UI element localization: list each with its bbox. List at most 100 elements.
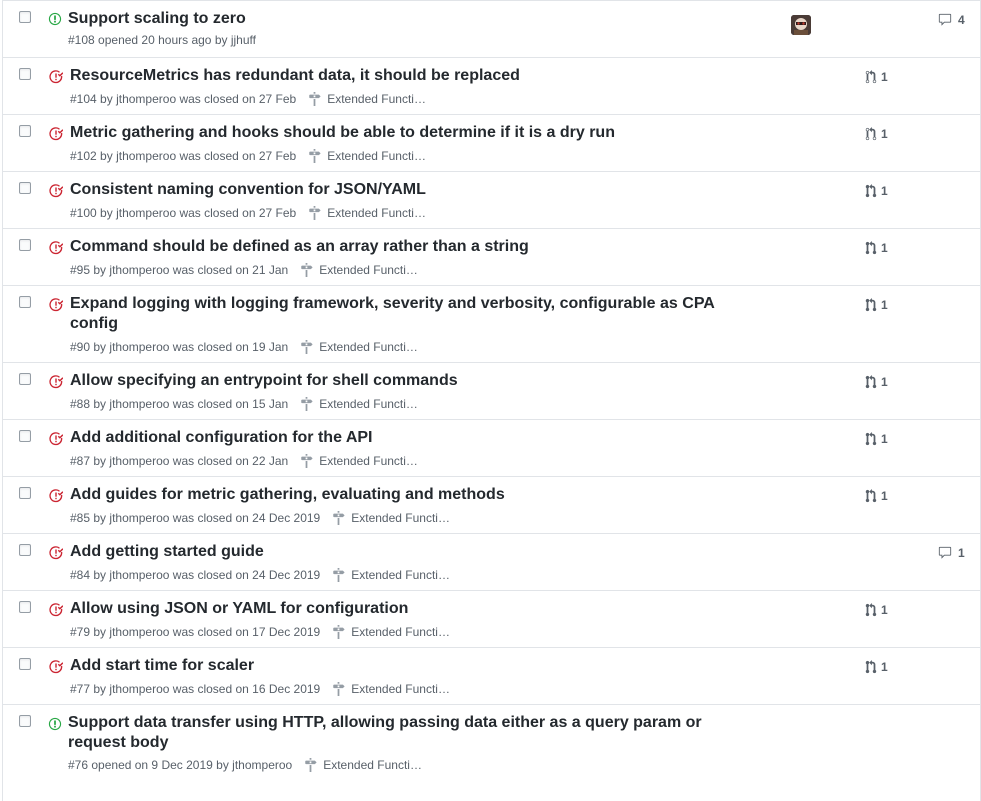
issue-meta: #85 by jthomperoo was closed on 24 Dec 2… — [70, 511, 450, 525]
pull-request-icon — [865, 432, 877, 446]
meta-by: by — [100, 206, 113, 220]
issue-closed-icon — [49, 298, 63, 312]
author-link[interactable]: jjhuff — [231, 33, 256, 47]
linked-pr-count: 1 — [881, 127, 888, 141]
linked-pr-link[interactable]: 1 — [865, 375, 888, 389]
assignee-avatar[interactable] — [791, 15, 811, 35]
issue-row[interactable]: Command should be defined as an array ra… — [3, 228, 980, 285]
select-checkbox[interactable] — [19, 487, 31, 499]
linked-pr-count: 1 — [881, 375, 888, 389]
issue-title-link[interactable]: Add additional configuration for the API — [70, 428, 373, 448]
milestone-link[interactable]: Extended Functi… — [300, 340, 418, 354]
issue-title-link[interactable]: ResourceMetrics has redundant data, it s… — [70, 66, 520, 86]
issue-closed-icon — [49, 241, 63, 255]
issue-opened-icon — [48, 12, 62, 26]
linked-pr-link[interactable]: 1 — [865, 298, 888, 312]
select-checkbox[interactable] — [19, 11, 31, 23]
select-checkbox[interactable] — [19, 601, 31, 613]
linked-pr-link[interactable]: 1 — [865, 184, 888, 198]
milestone-link[interactable]: Extended Functi… — [332, 682, 450, 696]
issue-row[interactable]: Allow specifying an entrypoint for shell… — [3, 362, 980, 419]
author-link[interactable]: jthomperoo — [116, 149, 176, 163]
linked-pr-link[interactable]: 1 — [865, 241, 888, 255]
linked-pr-count: 1 — [881, 184, 888, 198]
milestone-link[interactable]: Extended Functi… — [332, 625, 450, 639]
issue-title-link[interactable]: Allow specifying an entrypoint for shell… — [70, 371, 458, 391]
author-link[interactable]: jthomperoo — [109, 263, 169, 277]
issue-row[interactable]: Add getting started guide #84 by jthompe… — [3, 533, 980, 590]
issue-opened-icon — [48, 717, 62, 731]
author-link[interactable]: jthomperoo — [109, 397, 169, 411]
select-checkbox[interactable] — [19, 125, 31, 137]
issue-title-link[interactable]: Add getting started guide — [70, 542, 264, 562]
author-link[interactable]: jthomperoo — [109, 340, 169, 354]
issue-row[interactable]: Support data transfer using HTTP, allowi… — [3, 704, 980, 785]
milestone-link[interactable]: Extended Functi… — [304, 758, 422, 772]
issue-row[interactable]: Consistent naming convention for JSON/YA… — [3, 171, 980, 228]
milestone-link[interactable]: Extended Functi… — [308, 92, 426, 106]
comment-icon — [938, 13, 952, 26]
milestone-link[interactable]: Extended Functi… — [300, 397, 418, 411]
issue-number: #77 — [70, 682, 91, 696]
milestone-link[interactable]: Extended Functi… — [308, 206, 426, 220]
comment-icon — [938, 546, 952, 559]
author-link[interactable]: jthomperoo — [109, 682, 169, 696]
linked-pr-link[interactable]: 1 — [865, 603, 888, 617]
milestone-label: Extended Functi… — [327, 92, 426, 106]
milestone-link[interactable]: Extended Functi… — [308, 149, 426, 163]
select-checkbox[interactable] — [19, 658, 31, 670]
issue-row[interactable]: ResourceMetrics has redundant data, it s… — [3, 57, 980, 114]
comments-link[interactable]: 4 — [937, 13, 965, 27]
linked-pr-link[interactable]: 1 — [865, 489, 888, 503]
issue-row[interactable]: Metric gathering and hooks should be abl… — [3, 114, 980, 171]
issue-title-link[interactable]: Command should be defined as an array ra… — [70, 237, 529, 257]
author-link[interactable]: jthomperoo — [116, 92, 176, 106]
issue-row[interactable]: Support scaling to zero #108 opened 20 h… — [3, 1, 980, 56]
meta-by: by — [100, 149, 113, 163]
milestone-link[interactable]: Extended Functi… — [332, 511, 450, 525]
linked-pr-link[interactable]: 1 — [865, 127, 888, 141]
select-checkbox[interactable] — [19, 296, 31, 308]
linked-pr-link[interactable]: 1 — [865, 70, 888, 84]
linked-pr-link[interactable]: 1 — [865, 660, 888, 674]
issue-row[interactable]: Add start time for scaler #77 by jthompe… — [3, 647, 980, 704]
issue-meta: #84 by jthomperoo was closed on 24 Dec 2… — [70, 568, 450, 582]
linked-pr-count: 1 — [881, 298, 888, 312]
select-checkbox[interactable] — [19, 373, 31, 385]
milestone-link[interactable]: Extended Functi… — [300, 263, 418, 277]
issue-closed-icon — [49, 660, 63, 674]
author-link[interactable]: jthomperoo — [109, 511, 169, 525]
author-link[interactable]: jthomperoo — [109, 454, 169, 468]
linked-pr-count: 1 — [881, 432, 888, 446]
select-checkbox[interactable] — [19, 182, 31, 194]
issue-meta-text: was closed on 21 Jan — [172, 263, 289, 277]
select-checkbox[interactable] — [19, 68, 31, 80]
issue-title-link[interactable]: Allow using JSON or YAML for configurati… — [70, 599, 408, 619]
milestone-link[interactable]: Extended Functi… — [300, 454, 418, 468]
author-link[interactable]: jthomperoo — [232, 758, 292, 772]
issue-row[interactable]: Add additional configuration for the API… — [3, 419, 980, 476]
select-checkbox[interactable] — [19, 430, 31, 442]
milestone-icon — [301, 454, 313, 468]
issue-row[interactable]: Allow using JSON or YAML for configurati… — [3, 590, 980, 647]
issue-title-link[interactable]: Expand logging with logging framework, s… — [70, 294, 715, 334]
issue-title-link[interactable]: Add guides for metric gathering, evaluat… — [70, 485, 505, 505]
pull-request-icon — [865, 375, 877, 389]
author-link[interactable]: jthomperoo — [109, 625, 169, 639]
issue-title-link[interactable]: Metric gathering and hooks should be abl… — [70, 123, 615, 143]
issue-title-link[interactable]: Consistent naming convention for JSON/YA… — [70, 180, 426, 200]
select-checkbox[interactable] — [19, 239, 31, 251]
issue-title-link[interactable]: Support data transfer using HTTP, allowi… — [68, 713, 702, 753]
author-link[interactable]: jthomperoo — [116, 206, 176, 220]
select-checkbox[interactable] — [19, 715, 31, 727]
issue-closed-icon — [49, 432, 63, 446]
issue-title-link[interactable]: Add start time for scaler — [70, 656, 254, 676]
select-checkbox[interactable] — [19, 544, 31, 556]
issue-row[interactable]: Add guides for metric gathering, evaluat… — [3, 476, 980, 533]
author-link[interactable]: jthomperoo — [109, 568, 169, 582]
issue-row[interactable]: Expand logging with logging framework, s… — [3, 285, 980, 362]
issue-title-link[interactable]: Support scaling to zero — [68, 9, 246, 29]
milestone-link[interactable]: Extended Functi… — [332, 568, 450, 582]
linked-pr-link[interactable]: 1 — [865, 432, 888, 446]
comments-link[interactable]: 1 — [937, 546, 965, 560]
